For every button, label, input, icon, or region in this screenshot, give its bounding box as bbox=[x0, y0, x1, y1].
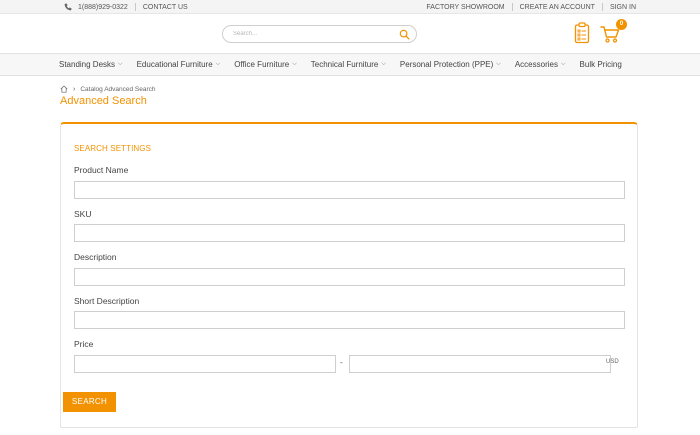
nav-item-accessories[interactable]: Accessories ⌵ bbox=[515, 60, 566, 69]
nav-item-bulk-pricing[interactable]: Bulk Pricing bbox=[580, 60, 622, 69]
product-name-input[interactable] bbox=[74, 181, 625, 199]
price-from-input[interactable] bbox=[74, 355, 336, 373]
description-label: Description bbox=[74, 252, 117, 262]
nav-item-standing-desks[interactable]: Standing Desks ⌵ bbox=[59, 60, 123, 69]
contact-us-link[interactable]: CONTACT US bbox=[143, 4, 188, 11]
main-nav: Standing Desks ⌵ Educational Furniture ⌵ O… bbox=[0, 53, 700, 76]
chevron-down-icon: ⌵ bbox=[118, 61, 123, 67]
nav-item-label: Accessories bbox=[514, 60, 558, 69]
top-bar-left: 1(888)929-0322 CONTACT US bbox=[64, 3, 188, 11]
chevron-down-icon: ⌵ bbox=[560, 61, 566, 67]
nav-item-technical-furniture[interactable]: Technical Furniture ⌵ bbox=[311, 60, 386, 69]
advanced-search-form: SEARCH SETTINGS Product Name SKU Descrip… bbox=[60, 122, 638, 428]
product-name-label: Product Name bbox=[74, 165, 129, 175]
chevron-down-icon: ⌵ bbox=[215, 61, 221, 67]
nav-list: Standing Desks ⌵ Educational Furniture ⌵ O… bbox=[59, 60, 636, 69]
site-header: 0 bbox=[0, 14, 700, 53]
sku-label: SKU bbox=[74, 209, 92, 219]
phone-number[interactable]: 1(888)929-0322 bbox=[78, 4, 128, 11]
section-title: SEARCH SETTINGS bbox=[74, 144, 152, 153]
nav-item-personal-protection[interactable]: Personal Protection (PPE) ⌵ bbox=[400, 60, 501, 69]
nav-item-label: Standing Desks bbox=[59, 60, 116, 69]
create-account-link[interactable]: CREATE AN ACCOUNT bbox=[520, 4, 595, 11]
description-input[interactable] bbox=[74, 268, 625, 286]
nav-item-label: Technical Furniture bbox=[310, 60, 379, 69]
home-icon[interactable] bbox=[60, 85, 68, 93]
phone-icon bbox=[64, 3, 72, 11]
breadcrumb: › Catalog Advanced Search bbox=[60, 85, 156, 93]
nav-item-educational-furniture[interactable]: Educational Furniture ⌵ bbox=[137, 60, 221, 69]
price-label: Price bbox=[74, 339, 94, 349]
breadcrumb-current: Catalog Advanced Search bbox=[80, 85, 156, 93]
divider bbox=[511, 3, 513, 11]
nav-item-label: Educational Furniture bbox=[136, 60, 213, 69]
top-bar-right: FACTORY SHOWROOM CREATE AN ACCOUNT SIGN … bbox=[426, 3, 636, 11]
search-icon[interactable] bbox=[399, 29, 410, 40]
cart-count-badge: 0 bbox=[616, 19, 627, 30]
price-to-input[interactable] bbox=[349, 355, 611, 373]
clipboard-icon[interactable] bbox=[574, 22, 590, 44]
sku-input[interactable] bbox=[74, 224, 625, 242]
currency-label: USD bbox=[606, 359, 619, 365]
header-search-input[interactable] bbox=[233, 28, 393, 40]
nav-item-office-furniture[interactable]: Office Furniture ⌵ bbox=[234, 60, 297, 69]
short-description-input[interactable] bbox=[74, 311, 625, 329]
short-description-label: Short Description bbox=[74, 296, 140, 306]
top-bar: 1(888)929-0322 CONTACT US FACTORY SHOWRO… bbox=[0, 0, 700, 14]
chevron-right-icon: › bbox=[73, 85, 76, 93]
chevron-down-icon: ⌵ bbox=[292, 61, 297, 67]
divider bbox=[601, 3, 603, 11]
chevron-down-icon: ⌵ bbox=[381, 61, 386, 67]
header-search bbox=[222, 25, 417, 43]
nav-item-label: Bulk Pricing bbox=[579, 60, 622, 69]
chevron-down-icon: ⌵ bbox=[496, 61, 501, 67]
nav-item-label: Personal Protection (PPE) bbox=[399, 60, 494, 69]
price-range-separator: - bbox=[340, 358, 343, 367]
page-title: Advanced Search bbox=[60, 95, 147, 107]
divider bbox=[134, 3, 136, 11]
search-submit-button[interactable]: SEARCH bbox=[63, 392, 116, 412]
factory-showroom-link[interactable]: FACTORY SHOWROOM bbox=[426, 4, 504, 11]
sign-in-link[interactable]: SIGN IN bbox=[610, 4, 636, 11]
nav-item-label: Office Furniture bbox=[234, 60, 290, 69]
